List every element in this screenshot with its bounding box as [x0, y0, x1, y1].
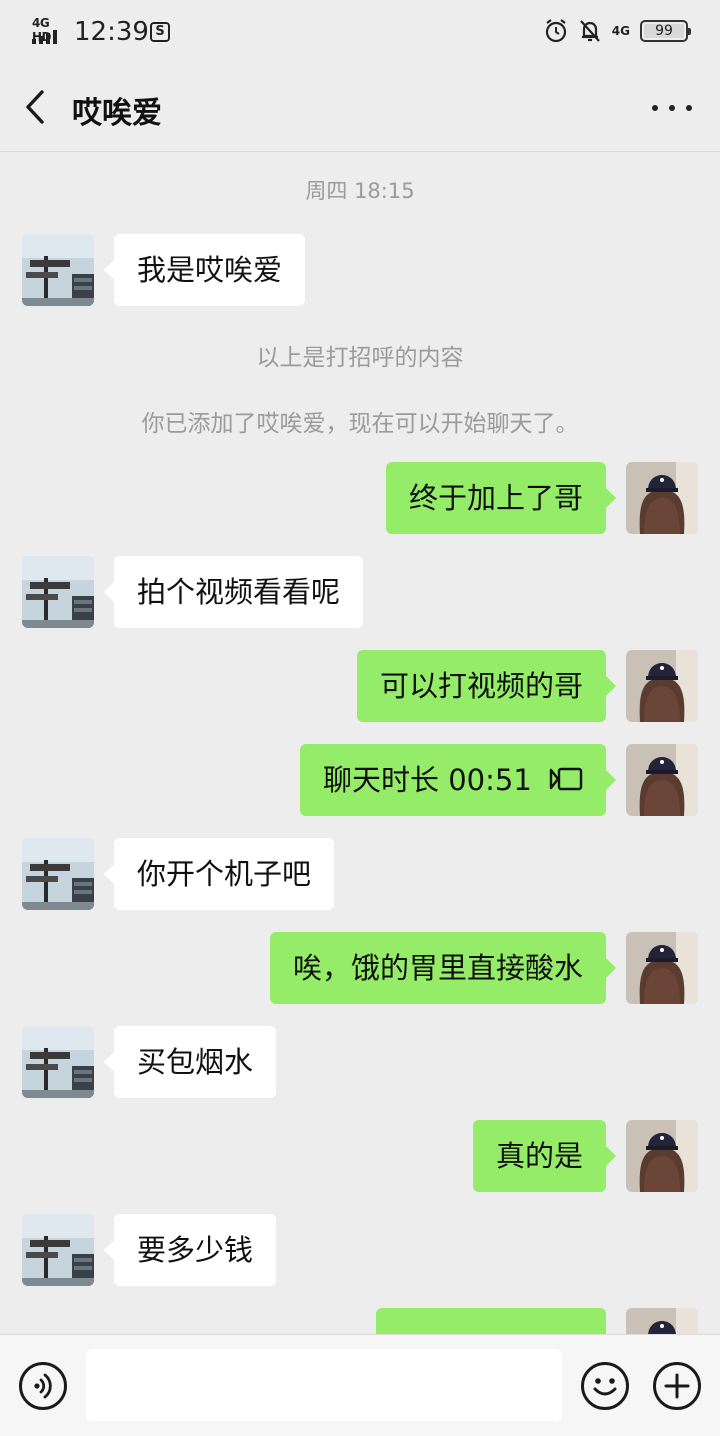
back-button[interactable] [20, 86, 56, 128]
message-bubble-sent[interactable]: 真的是 [472, 1120, 617, 1192]
app-notification-icon: S [150, 22, 170, 42]
friend-added-note: 你已添加了哎唉爱，现在可以开始聊天了。 [141, 411, 579, 437]
message-bubble-sent[interactable]: 终于加上了哥 [385, 462, 617, 534]
cellular-signal-icon: 4G HD [32, 16, 66, 44]
contact-avatar-image [22, 234, 94, 306]
message-bubble-received[interactable]: 你开个机子吧 [103, 838, 335, 910]
contact-avatar-image [22, 1214, 94, 1286]
plus-icon [664, 1373, 690, 1399]
self-avatar[interactable] [626, 1120, 698, 1192]
video-call-icon [549, 767, 583, 791]
emoji-icon [593, 1378, 617, 1396]
chat-area[interactable]: 周四 18:15 我是哎唉爱 以上是打招呼的内容 你已添加了哎唉爱，现在可以开始… [0, 152, 720, 1334]
self-avatar[interactable] [626, 462, 698, 534]
contact-avatar[interactable] [22, 234, 94, 306]
contact-avatar[interactable] [22, 1026, 94, 1098]
greeting-note: 以上是打招呼的内容 [256, 345, 464, 371]
contact-avatar[interactable] [22, 838, 94, 910]
contact-avatar[interactable] [22, 1214, 94, 1286]
self-avatar-image [626, 1308, 698, 1334]
call-duration-text: 聊天时长 00:51 [322, 763, 532, 797]
more-options-button[interactable] [652, 94, 692, 122]
status-time: 12:39 [74, 17, 149, 47]
battery-icon: 99 [640, 20, 691, 42]
self-avatar-image [626, 1120, 698, 1192]
self-avatar[interactable] [626, 650, 698, 722]
network-type-label: 4G [611, 24, 630, 38]
self-avatar-image [626, 932, 698, 1004]
voice-icon [34, 1373, 52, 1399]
self-avatar[interactable] [626, 1308, 698, 1334]
message-bubble-received[interactable]: 要多少钱 [103, 1214, 277, 1286]
message-bubble-sent[interactable]: 可以打视频的哥 [356, 650, 617, 722]
message-bubble-received[interactable]: 我是哎唉爱 [103, 234, 306, 306]
contact-avatar-image [22, 1026, 94, 1098]
self-avatar[interactable] [626, 744, 698, 816]
contact-avatar-image [22, 838, 94, 910]
message-input[interactable] [86, 1349, 562, 1421]
mute-notification-icon [579, 20, 600, 42]
emoji-button[interactable] [581, 1362, 629, 1410]
self-avatar-image [626, 744, 698, 816]
battery-level: 99 [655, 23, 673, 39]
contact-avatar[interactable] [22, 556, 94, 628]
contact-name: 哎唉爱 [72, 96, 162, 131]
message-bubble-received[interactable]: 拍个视频看看呢 [103, 556, 364, 628]
more-functions-button[interactable] [653, 1362, 701, 1410]
message-timestamp: 周四 18:15 [305, 179, 415, 203]
message-bubble-received[interactable]: 买包烟水 [103, 1026, 277, 1098]
message-bubble-sent-partial[interactable] [376, 1308, 606, 1334]
input-bar [0, 1334, 720, 1436]
self-avatar-image [626, 650, 698, 722]
status-bar: 4G HD 12:39 S 4G 99 [0, 0, 720, 64]
video-call-record-bubble[interactable]: 聊天时长 00:51 [299, 744, 617, 816]
voice-input-button[interactable] [19, 1362, 67, 1410]
message-bubble-sent[interactable]: 唉，饿的胃里直接酸水 [269, 932, 617, 1004]
chat-header: 哎唉爱 [0, 64, 720, 152]
self-avatar-image [626, 462, 698, 534]
self-avatar[interactable] [626, 932, 698, 1004]
alarm-icon [545, 19, 566, 43]
contact-avatar-image [22, 556, 94, 628]
